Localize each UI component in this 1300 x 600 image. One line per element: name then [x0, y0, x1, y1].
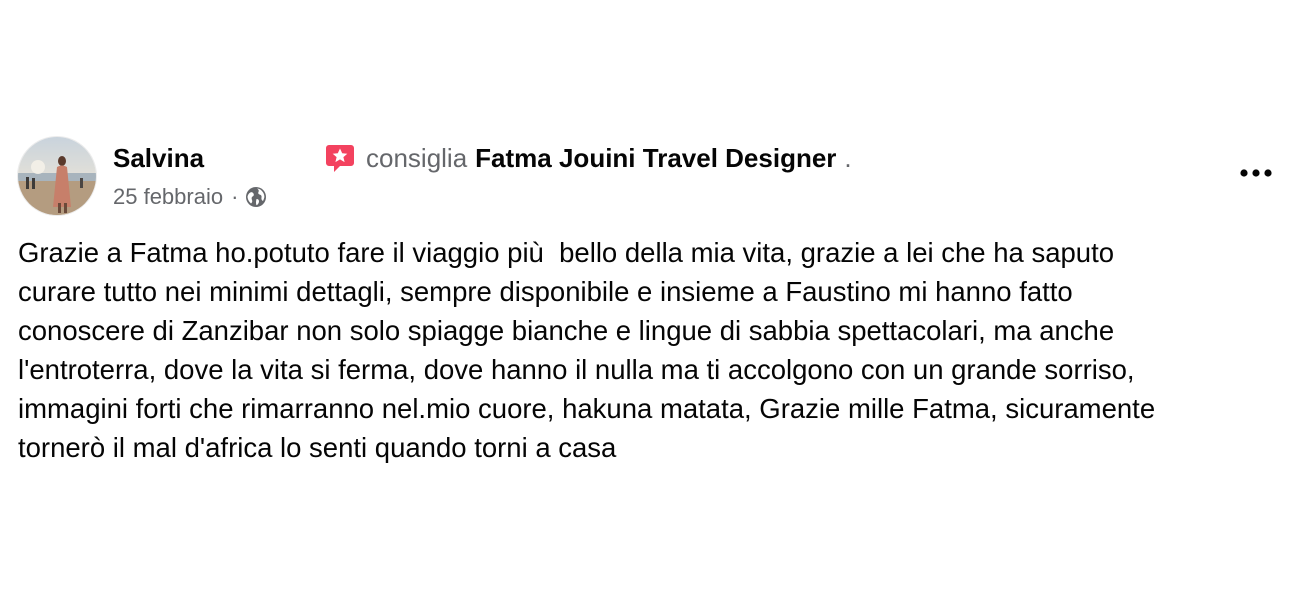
post-body: Grazie a Fatma ho.potuto fare il viaggio… — [18, 237, 1156, 463]
recommendation-line: consiglia Fatma Jouini Travel Designer . — [324, 142, 852, 174]
more-options-icon — [1240, 169, 1272, 177]
recommend-verb: consiglia — [366, 142, 468, 173]
avatar-photo — [18, 137, 96, 215]
page-name-link[interactable]: Fatma Jouini Travel Designer — [475, 143, 836, 174]
avatar[interactable] — [18, 137, 96, 215]
post-date[interactable]: 25 febbraio — [113, 184, 223, 210]
post-meta: 25 febbraio · — [113, 184, 268, 210]
trailing-period: . — [844, 142, 852, 173]
meta-separator: · — [231, 184, 239, 209]
recommendation-post: Salvina consiglia Fatma Jouini Travel De… — [0, 0, 1300, 600]
recommend-star-icon — [324, 142, 356, 174]
more-options-button[interactable] — [1236, 158, 1276, 188]
globe-icon[interactable] — [244, 185, 268, 209]
author-name[interactable]: Salvina — [113, 143, 204, 174]
